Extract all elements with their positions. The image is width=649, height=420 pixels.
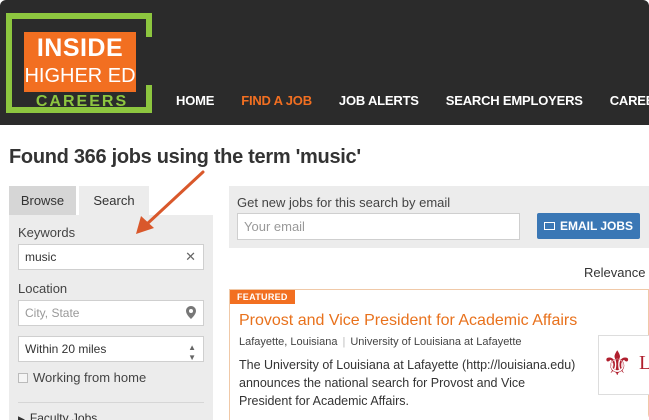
browser-viewport: INSIDE HIGHER ED CAREERS HOME FIND A JOB J…: [0, 0, 649, 420]
annotation-arrow-icon: [136, 170, 205, 234]
